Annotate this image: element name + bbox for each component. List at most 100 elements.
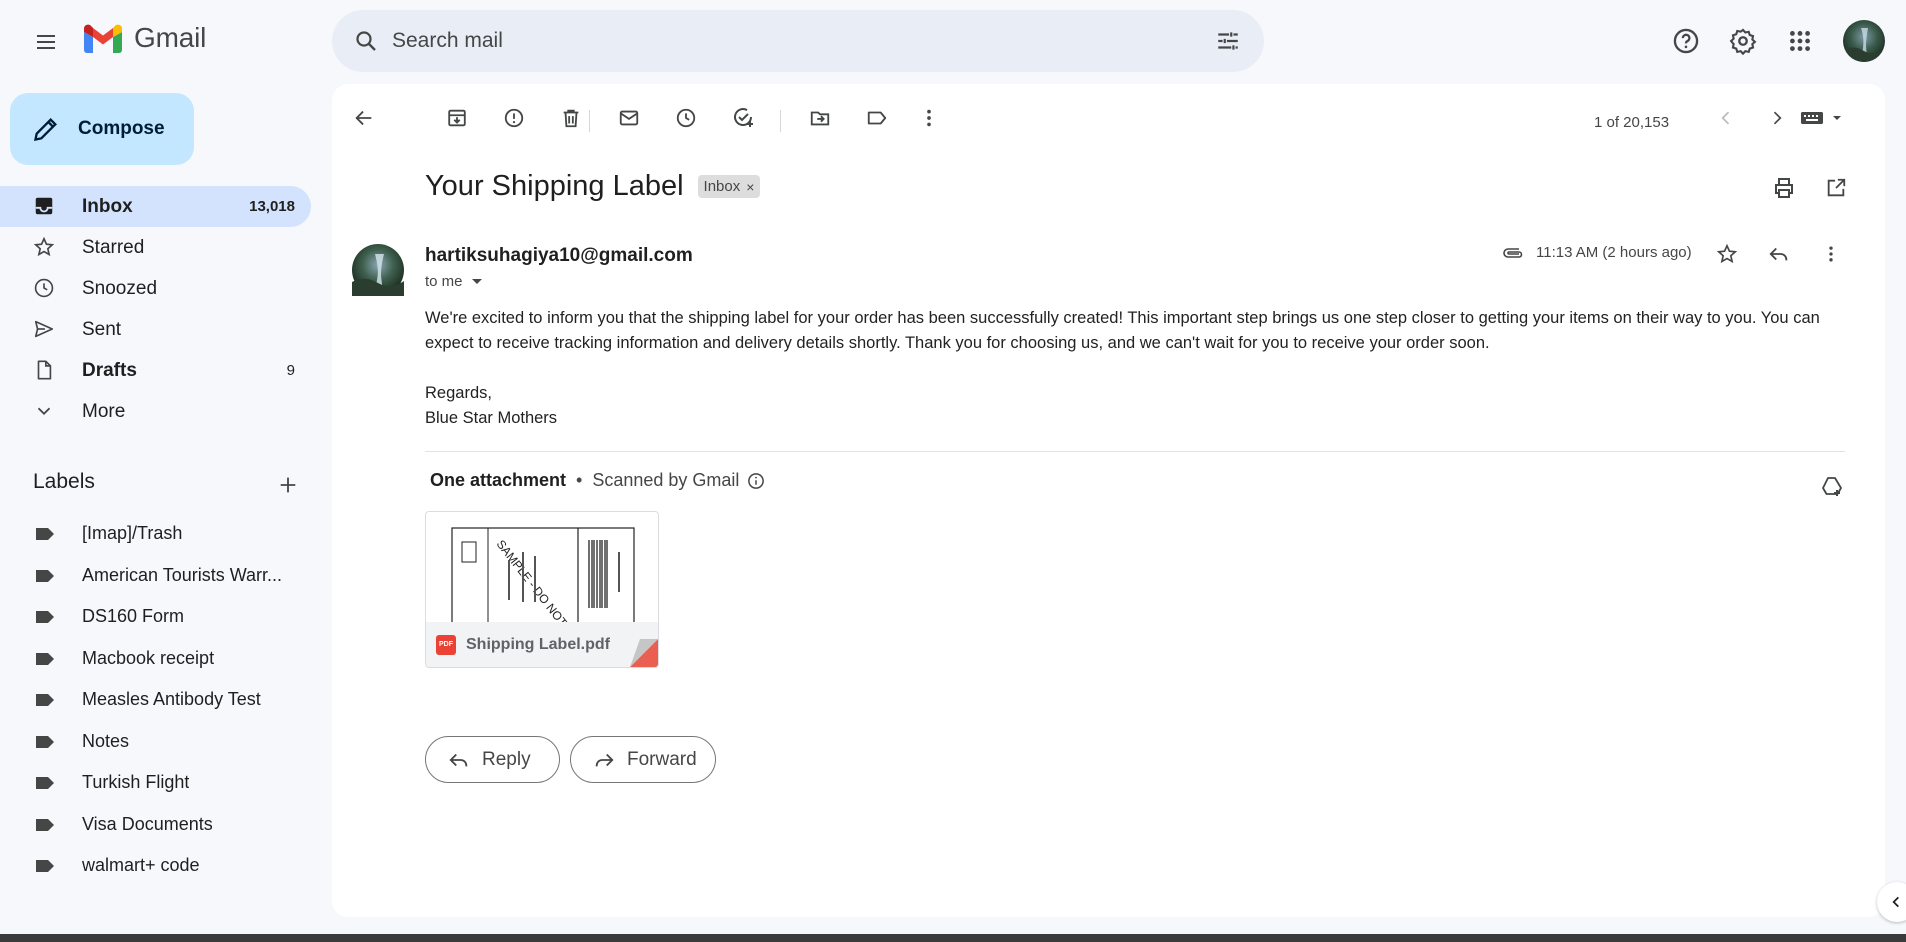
star-icon [33,236,55,257]
label-name: American Tourists Warr... [82,564,283,585]
mark-unread-icon[interactable] [609,98,649,138]
label-item[interactable]: walmart+ code [0,845,312,887]
sender-email[interactable]: hartiksuhagiya10@gmail.com [425,245,693,267]
unread-count: 13,018 [249,198,295,215]
search-input[interactable] [392,29,1172,53]
search-icon[interactable] [346,21,386,61]
reply-icon[interactable] [1759,234,1799,274]
label-item[interactable]: Macbook receipt [0,638,312,680]
pdf-corner-fold [630,639,658,667]
chevron-down-icon [37,407,51,416]
label-icon [36,818,54,831]
menu-icon[interactable] [25,21,67,63]
label-item[interactable]: DS160 Form [0,596,312,638]
info-icon[interactable] [747,472,765,490]
reply-button[interactable]: Reply [425,736,560,783]
add-label-icon[interactable] [268,465,308,505]
label-item[interactable]: Measles Antibody Test [0,679,312,721]
message-meta: 11:13 AM (2 hours ago) [1502,244,1692,261]
label-item[interactable]: American Tourists Warr... [0,555,312,597]
sidebar-nav: Inbox 13,018 Starred Snoozed Sent Drafts… [0,186,312,432]
sidebar-item-label: Inbox [82,195,133,217]
more-vert-icon[interactable] [909,98,949,138]
add-task-icon[interactable] [723,98,763,138]
inbox-chip[interactable]: Inbox × [697,175,761,198]
label-item[interactable]: Turkish Flight [0,762,312,804]
attachment-thumbnail: SAMPLE - DO NOT MAIL [426,512,658,624]
label-icon [36,860,54,872]
draft-icon [37,360,52,380]
apps-grid-icon[interactable] [1780,21,1820,61]
email-body: We're excited to inform you that the shi… [425,306,1825,431]
label-item[interactable]: Visa Documents [0,804,312,846]
reply-icon [449,753,468,766]
gmail-logo-text: Gmail [134,22,207,53]
chevron-right-icon[interactable] [1757,98,1797,138]
top-bar: Gmail [0,0,1906,82]
open-new-window-icon[interactable] [1816,168,1856,208]
label-name: Visa Documents [82,813,213,834]
compose-label: Compose [78,118,165,139]
caret-down-icon [471,278,482,284]
recipients-toggle[interactable]: to me [425,273,483,290]
chip-close-icon[interactable]: × [746,179,754,195]
sidebar-item-label: Drafts [82,359,137,381]
side-panel-toggle-icon[interactable] [1877,882,1906,922]
signature-text: Blue Star Mothers [425,409,558,427]
sidebar-item-snoozed[interactable]: Snoozed [0,268,311,309]
more-vert-icon[interactable] [1811,234,1851,274]
chevron-left-icon[interactable] [1706,98,1746,138]
label-icon [36,694,54,706]
sidebar-item-more[interactable]: More [0,391,311,432]
keyboard-input-icon[interactable] [1792,102,1852,134]
label-icon [36,735,54,748]
label-tag-icon[interactable] [857,98,897,138]
reply-label: Reply [482,748,531,770]
sidebar-item-sent[interactable]: Sent [0,309,311,350]
send-icon [34,320,54,338]
sidebar-item-inbox[interactable]: Inbox 13,018 [0,186,311,227]
attachment-clip-icon [1503,247,1523,258]
add-to-drive-icon[interactable] [1812,467,1852,507]
gear-icon[interactable] [1723,21,1763,61]
report-spam-icon[interactable] [494,98,534,138]
help-icon[interactable] [1666,21,1706,61]
trash-icon[interactable] [551,98,591,138]
gmail-m-icon [84,24,122,53]
account-avatar[interactable] [1843,20,1885,62]
to-me-label: to me [425,273,463,290]
subject-row: Your Shipping Label Inbox × [425,170,761,203]
compose-button[interactable]: Compose [10,93,194,165]
label-item[interactable]: [Imap]/Trash [0,513,312,555]
search-bar[interactable] [332,10,1264,72]
sidebar-item-label: Starred [82,236,145,258]
label-name: Measles Antibody Test [82,689,261,710]
star-icon[interactable] [1707,234,1747,274]
clock-icon [34,278,54,298]
tune-icon[interactable] [1208,21,1248,61]
attachment-card[interactable]: SAMPLE - DO NOT MAIL PDF Shipping Label.… [425,511,659,668]
label-name: Turkish Flight [82,772,190,793]
sidebar-item-drafts[interactable]: Drafts 9 [0,350,311,391]
attachment-filename: Shipping Label.pdf [466,635,610,653]
move-to-icon[interactable] [800,98,840,138]
archive-icon[interactable] [437,98,477,138]
label-icon [36,611,54,623]
forward-button[interactable]: Forward [570,736,716,783]
snooze-clock-icon[interactable] [666,98,706,138]
label-name: Notes [82,730,130,751]
draft-count: 9 [286,362,295,379]
gmail-logo[interactable]: Gmail [82,22,206,54]
label-icon [36,528,54,540]
label-icon [36,777,54,789]
toolbar-divider [589,110,590,132]
chip-label: Inbox [703,178,741,195]
label-item[interactable]: Notes [0,721,312,763]
sender-avatar[interactable] [352,244,404,296]
body-paragraph: We're excited to inform you that the shi… [425,309,1820,352]
back-arrow-icon[interactable] [344,98,384,138]
print-icon[interactable] [1764,168,1804,208]
sidebar-item-starred[interactable]: Starred [0,227,311,268]
attachment-count: One attachment [430,470,567,490]
label-name: Macbook receipt [82,647,215,668]
